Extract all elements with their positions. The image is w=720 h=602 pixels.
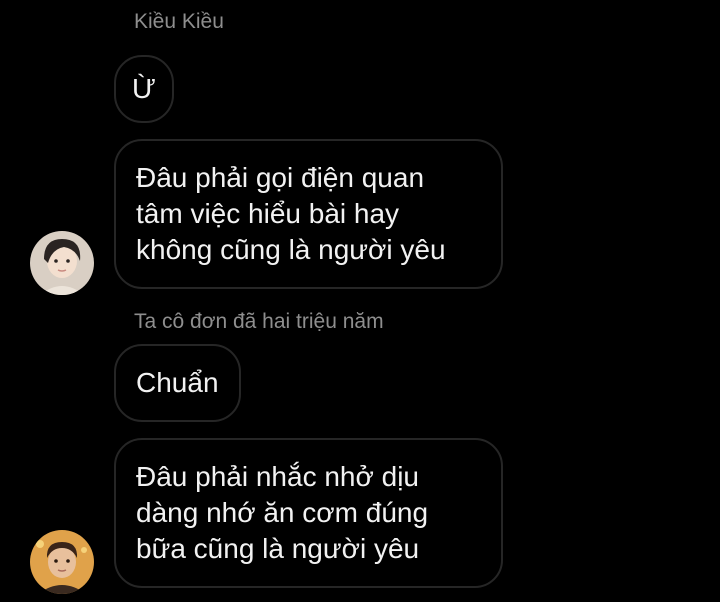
message-text-line: dàng nhớ ăn cơm đúng [136, 497, 429, 528]
message-text-line: Đâu phải gọi điện quan [136, 162, 425, 193]
sender-name: Ta cô đơn đã hai triệu năm [134, 310, 384, 333]
chat-thread: Kiều Kiều Ừ Đâu phải gọi điện quan tâm v… [0, 0, 720, 602]
message-text: Chuẩn [136, 367, 219, 398]
message-text-line: bữa cũng là người yêu [136, 533, 420, 564]
message-bubble[interactable]: Ừ [114, 55, 174, 123]
message-bubble[interactable]: Đâu phải gọi điện quan tâm việc hiểu bài… [114, 139, 503, 289]
message-text: Ừ [132, 73, 156, 104]
message-text-line: tâm việc hiểu bài hay [136, 198, 400, 229]
sender-name: Kiều Kiều [134, 10, 224, 33]
message-text-line: Đâu phải nhắc nhở dịu [136, 461, 420, 492]
message-text-line: không cũng là người yêu [136, 234, 446, 265]
message-bubble[interactable]: Chuẩn [114, 344, 241, 422]
user-avatar-icon[interactable] [30, 231, 94, 295]
message-bubble[interactable]: Đâu phải nhắc nhở dịu dàng nhớ ăn cơm đú… [114, 438, 503, 588]
user-avatar-icon[interactable] [30, 530, 94, 594]
